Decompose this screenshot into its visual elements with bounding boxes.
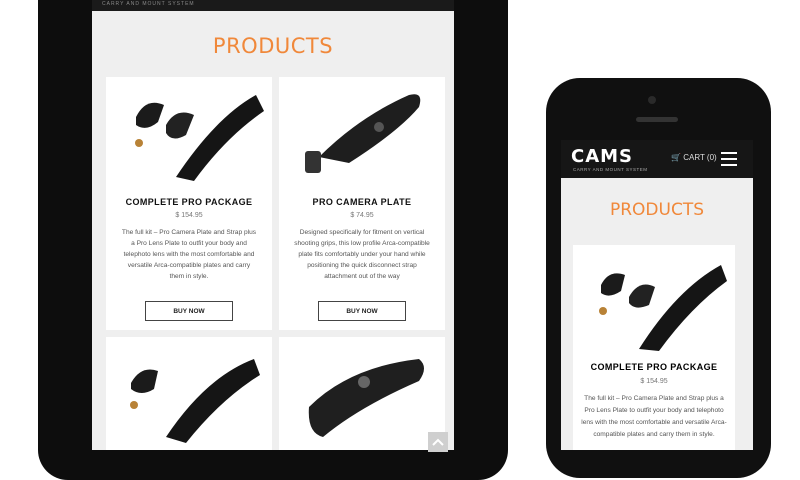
product-card[interactable]	[106, 337, 272, 450]
scroll-to-top-button[interactable]	[428, 432, 448, 452]
buy-now-button[interactable]: BUY NOW	[145, 301, 233, 321]
tablet-screen: CARRY AND MOUNT SYSTEM PRODUCTS COMPLETE…	[92, 0, 454, 450]
product-name: COMPLETE PRO PACKAGE	[590, 362, 718, 372]
logo-tagline: CARRY AND MOUNT SYSTEM	[573, 167, 648, 172]
product-description: The full kit – Pro Camera Plate and Stra…	[581, 395, 727, 438]
product-image	[130, 359, 260, 443]
complete-pro-package-image	[135, 95, 264, 181]
buy-now-button[interactable]: BUY NOW	[318, 301, 406, 321]
hamburger-menu-icon[interactable]	[721, 152, 737, 166]
page-title: PRODUCTS	[609, 200, 705, 220]
product-card[interactable]: COMPLETE PRO PACKAGE $ 154.95 The full k…	[573, 245, 735, 450]
product-card[interactable]	[279, 337, 445, 450]
product-name: COMPLETE PRO PACKAGE	[125, 197, 253, 207]
camera-icon	[648, 96, 656, 104]
cart-label: CART (0)	[683, 153, 717, 162]
complete-pro-package-image	[599, 265, 727, 351]
phone-screen: CAMS CARRY AND MOUNT SYSTEM 🛒 CART (0) P…	[561, 140, 753, 450]
product-description: Designed specifically for fitment on ver…	[294, 229, 430, 280]
page-title: PRODUCTS	[212, 34, 334, 58]
product-price: $ 74.95	[350, 212, 374, 219]
cart-link[interactable]: 🛒 CART (0)	[671, 153, 717, 162]
cart-icon: 🛒	[671, 153, 681, 162]
logo[interactable]: CAMS	[571, 146, 633, 167]
product-price: $ 154.95	[175, 212, 203, 219]
tablet-header-tagline: CARRY AND MOUNT SYSTEM	[92, 0, 454, 11]
speaker-icon	[636, 117, 678, 122]
product-description: The full kit – Pro Camera Plate and Stra…	[121, 229, 257, 280]
header-bar: CAMS CARRY AND MOUNT SYSTEM 🛒 CART (0)	[561, 140, 753, 178]
product-name: PRO CAMERA PLATE	[312, 197, 412, 207]
product-price: $ 154.95	[640, 378, 668, 385]
pro-camera-plate-image	[305, 94, 421, 173]
product-image	[308, 359, 424, 437]
product-card[interactable]: COMPLETE PRO PACKAGE $ 154.95 The full k…	[106, 77, 272, 330]
product-card[interactable]: PRO CAMERA PLATE $ 74.95 Designed specif…	[279, 77, 445, 330]
